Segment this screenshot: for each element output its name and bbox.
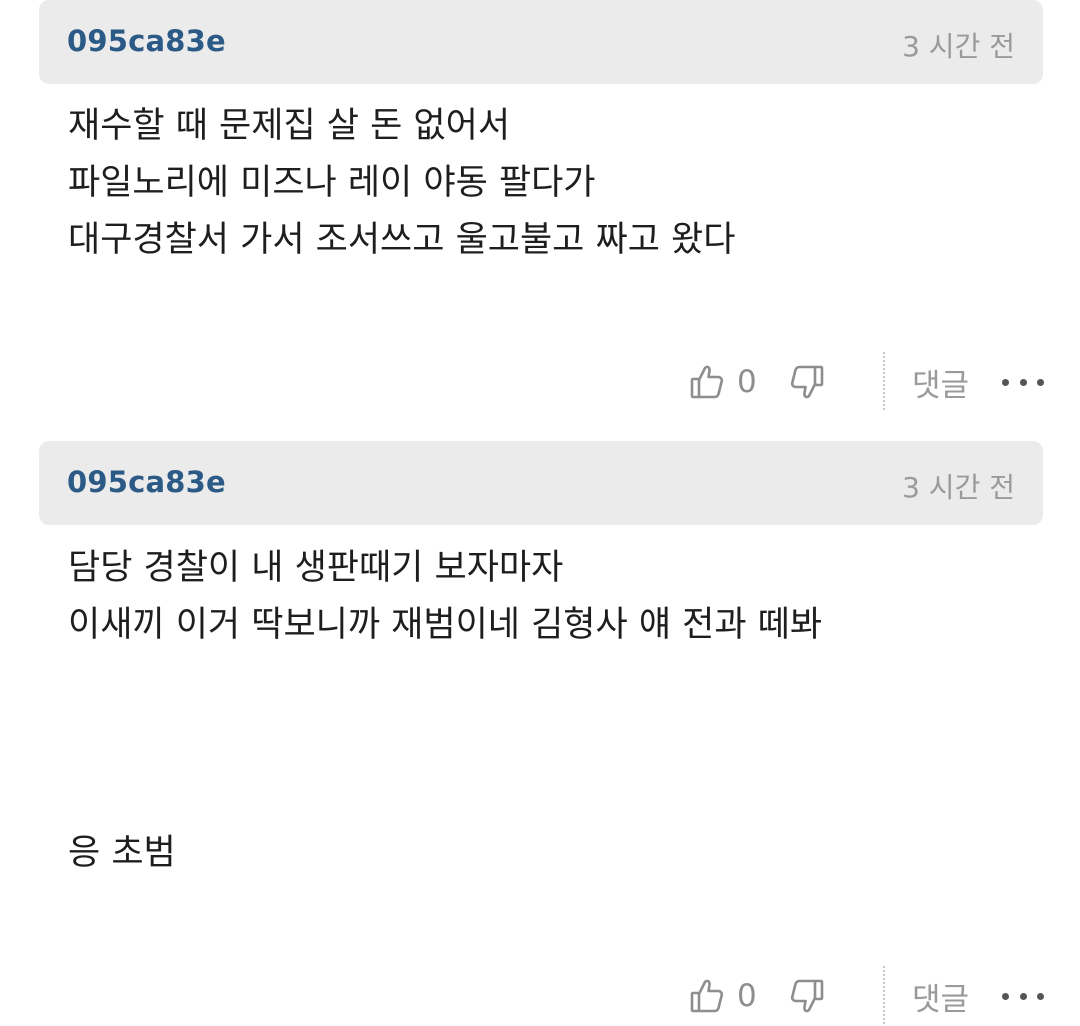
like-count: 0: [737, 978, 757, 1014]
reply-button[interactable]: 댓글: [912, 352, 969, 412]
comment-timestamp: 3 시간 전: [902, 471, 1015, 504]
thumbs-up-icon: [690, 365, 724, 399]
comment-line: 대구경찰서 가서 조서쓰고 울고불고 짜고 왔다: [68, 220, 736, 260]
comment-timestamp: 3 시간 전: [902, 30, 1015, 63]
thumbs-up-icon: [690, 979, 724, 1013]
comment-body: 재수할 때 문제집 살 돈 없어서 파일노리에 미즈나 레이 야동 팔다가 대구…: [68, 98, 1040, 269]
comment-actions: 0 댓글: [0, 352, 1080, 412]
reply-button[interactable]: 댓글: [912, 966, 969, 1026]
comment-line: 담당 경찰이 내 생판때기 보자마자: [68, 548, 564, 588]
more-dot: [1037, 992, 1044, 1000]
like-button[interactable]: [690, 966, 726, 1026]
comment-line: 재수할 때 문제집 살 돈 없어서: [68, 106, 511, 146]
divider: [883, 966, 885, 1024]
comment-line: 응 초범: [68, 833, 176, 873]
comment-line: 파일노리에 미즈나 레이 야동 팔다가: [68, 163, 596, 203]
more-horizontal-icon: [1002, 378, 1009, 386]
comment-header: 095ca83e 3 시간 전: [39, 441, 1043, 525]
comment-author[interactable]: 095ca83e: [67, 465, 226, 499]
more-options-button[interactable]: [1002, 966, 1044, 1026]
comment-body: 담당 경찰이 내 생판때기 보자마자 이새끼 이거 딱보니까 재범이네 김형사 …: [68, 540, 1040, 882]
more-options-button[interactable]: [1002, 352, 1044, 412]
divider: [883, 352, 885, 410]
thumbs-down-icon: [790, 365, 824, 399]
more-dot: [1037, 378, 1044, 386]
thumbs-down-icon: [790, 979, 824, 1013]
more-dot: [1019, 378, 1027, 386]
comment-header: 095ca83e 3 시간 전: [39, 0, 1043, 84]
dislike-button[interactable]: [790, 966, 826, 1026]
dislike-button[interactable]: [790, 352, 826, 412]
more-dot: [1019, 992, 1027, 1000]
comment-actions: 0 댓글: [0, 966, 1080, 1026]
comment-line: 이새끼 이거 딱보니까 재범이네 김형사 얘 전과 떼봐: [68, 605, 823, 645]
more-horizontal-icon: [1002, 992, 1009, 1000]
comment-author[interactable]: 095ca83e: [67, 24, 226, 58]
like-count: 0: [737, 364, 757, 400]
like-button[interactable]: [690, 352, 726, 412]
